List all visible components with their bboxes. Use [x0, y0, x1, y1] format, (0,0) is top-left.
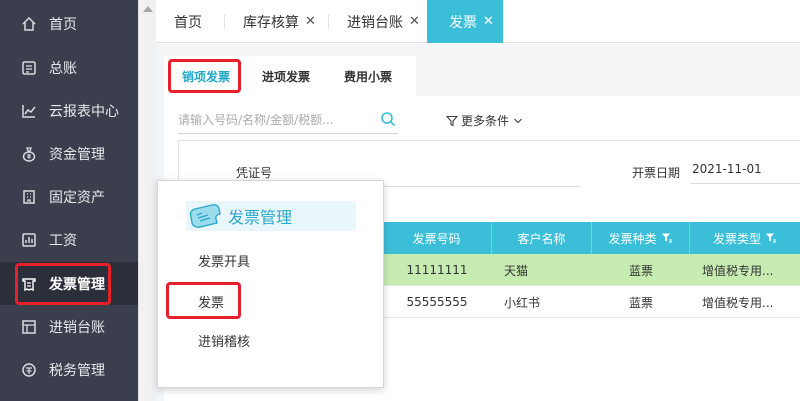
- table-row[interactable]: 11111111 天猫 蓝票 增值税专用...: [382, 254, 800, 286]
- sidebar-item-label: 固定资产: [49, 189, 105, 206]
- table-row[interactable]: 55555555 小红书 蓝票 增值税专用...: [382, 286, 800, 318]
- column-invoice-number[interactable]: 发票号码: [382, 222, 492, 254]
- cell-customer-name: 小红书: [504, 295, 541, 310]
- search-icon[interactable]: [380, 111, 396, 131]
- cell-invoice-kind: 蓝票: [628, 263, 653, 278]
- tab-divider: [224, 14, 225, 30]
- tab-label: 库存核算: [243, 14, 299, 31]
- column-label: 发票号码: [412, 231, 461, 246]
- sidebar-item-label: 进销台账: [49, 319, 105, 336]
- menu-item-issue-invoice[interactable]: 发票开具: [198, 251, 250, 270]
- column-invoice-type[interactable]: 发票类型: [690, 222, 800, 254]
- more-conditions-label: 更多条件: [461, 114, 510, 128]
- cell-customer-name: 天猫: [504, 263, 529, 278]
- flyout-title: 发票管理: [228, 208, 293, 227]
- sidebar-item-purchase-sales-ledger[interactable]: 进销台账: [0, 305, 138, 348]
- tab-purchase-sales-ledger[interactable]: 进销台账 ✕: [347, 0, 420, 43]
- money-bag-icon: [20, 145, 38, 163]
- subtab-label: 销项发票: [182, 69, 231, 84]
- sidebar-item-label: 发票管理: [49, 276, 105, 293]
- invoice-ticket-icon: [188, 203, 222, 229]
- sidebar-item-fund-management[interactable]: 资金管理: [0, 132, 138, 175]
- sidebar: 首页 总账 云报表中心 资金管理 固定资产 工资 发票管理 进销台账 税务管理: [0, 0, 138, 401]
- tab-invoice[interactable]: 发票 ✕: [427, 0, 503, 43]
- subtab-label: 进项发票: [262, 69, 311, 84]
- cell-invoice-kind: 蓝票: [628, 295, 653, 310]
- voucher-number-label: 凭证号: [236, 166, 273, 180]
- column-invoice-kind[interactable]: 发票种类: [592, 222, 690, 254]
- more-conditions-button[interactable]: 更多条件: [446, 112, 523, 129]
- invoice-date-input[interactable]: 2021-11-01: [690, 162, 800, 184]
- tab-label: 进销台账: [347, 14, 403, 31]
- search-input[interactable]: [178, 112, 368, 127]
- column-label: 发票类型: [712, 231, 761, 246]
- chevron-down-icon: [513, 116, 523, 126]
- sidebar-scrollbar[interactable]: [138, 0, 156, 401]
- subtab-label: 费用小票: [344, 69, 393, 84]
- cell-invoice-number: 11111111: [406, 263, 468, 277]
- sidebar-item-label: 首页: [49, 16, 77, 33]
- filter-icon: [446, 115, 458, 127]
- sidebar-item-general-ledger[interactable]: 总账: [0, 46, 138, 89]
- invoice-icon: [20, 275, 38, 293]
- search-box: [178, 106, 398, 134]
- sidebar-item-label: 税务管理: [49, 362, 105, 379]
- sidebar-item-label: 工资: [49, 232, 77, 249]
- flyout-header: 发票管理: [186, 201, 356, 231]
- subtab-output-invoice[interactable]: 销项发票: [182, 56, 230, 96]
- invoice-date-label: 开票日期: [632, 166, 681, 180]
- column-label: 发票种类: [608, 231, 657, 246]
- sidebar-item-salary[interactable]: 工资: [0, 218, 138, 261]
- tab-label: 发票: [449, 14, 477, 31]
- column-filter-icon[interactable]: [661, 232, 673, 244]
- close-icon[interactable]: ✕: [483, 14, 494, 29]
- tab-label: 首页: [174, 14, 202, 31]
- invoice-subtabs: 销项发票 进项发票 费用小票: [164, 56, 416, 96]
- cell-invoice-type: 增值税专用...: [702, 295, 774, 310]
- tab-inventory-accounting[interactable]: 库存核算 ✕: [243, 0, 316, 43]
- sidebar-item-label: 总账: [49, 60, 77, 77]
- tax-icon: [20, 361, 38, 379]
- column-filter-icon[interactable]: [765, 232, 777, 244]
- account-book-icon: [20, 318, 38, 336]
- sidebar-item-cloud-report[interactable]: 云报表中心: [0, 89, 138, 132]
- cell-invoice-number: 55555555: [406, 295, 468, 309]
- salary-icon: [20, 231, 38, 249]
- tab-bar: 首页 库存核算 ✕ 进销台账 ✕ 发票 ✕: [156, 0, 800, 43]
- sidebar-item-label: 资金管理: [49, 146, 105, 163]
- subtab-input-invoice[interactable]: 进项发票: [262, 56, 310, 96]
- tab-divider: [328, 14, 329, 30]
- sidebar-item-label: 云报表中心: [49, 103, 119, 120]
- building-icon: [20, 188, 38, 206]
- close-icon[interactable]: ✕: [409, 14, 420, 29]
- ledger-icon: [20, 59, 38, 77]
- subtab-expense-receipt[interactable]: 费用小票: [344, 56, 392, 96]
- menu-item-audit[interactable]: 进销稽核: [198, 331, 250, 350]
- chart-icon: [20, 102, 38, 120]
- sidebar-item-home[interactable]: 首页: [0, 2, 138, 45]
- tab-home[interactable]: 首页: [174, 0, 202, 43]
- column-customer-name[interactable]: 客户名称: [492, 222, 592, 254]
- cell-invoice-type: 增值税专用...: [702, 263, 774, 278]
- scroll-up-arrow-icon[interactable]: [143, 6, 153, 12]
- invoice-table-header: 发票号码 客户名称 发票种类 发票类型: [382, 222, 800, 254]
- home-icon: [20, 15, 38, 33]
- sidebar-item-fixed-assets[interactable]: 固定资产: [0, 175, 138, 218]
- sidebar-item-invoice-management[interactable]: 发票管理: [0, 262, 138, 305]
- sidebar-item-tax-management[interactable]: 税务管理: [0, 348, 138, 391]
- menu-item-invoice[interactable]: 发票: [198, 292, 224, 311]
- invoice-management-flyout: 发票管理 发票开具 发票 进销稽核: [157, 180, 384, 388]
- close-icon[interactable]: ✕: [305, 14, 316, 29]
- column-label: 客户名称: [517, 231, 566, 246]
